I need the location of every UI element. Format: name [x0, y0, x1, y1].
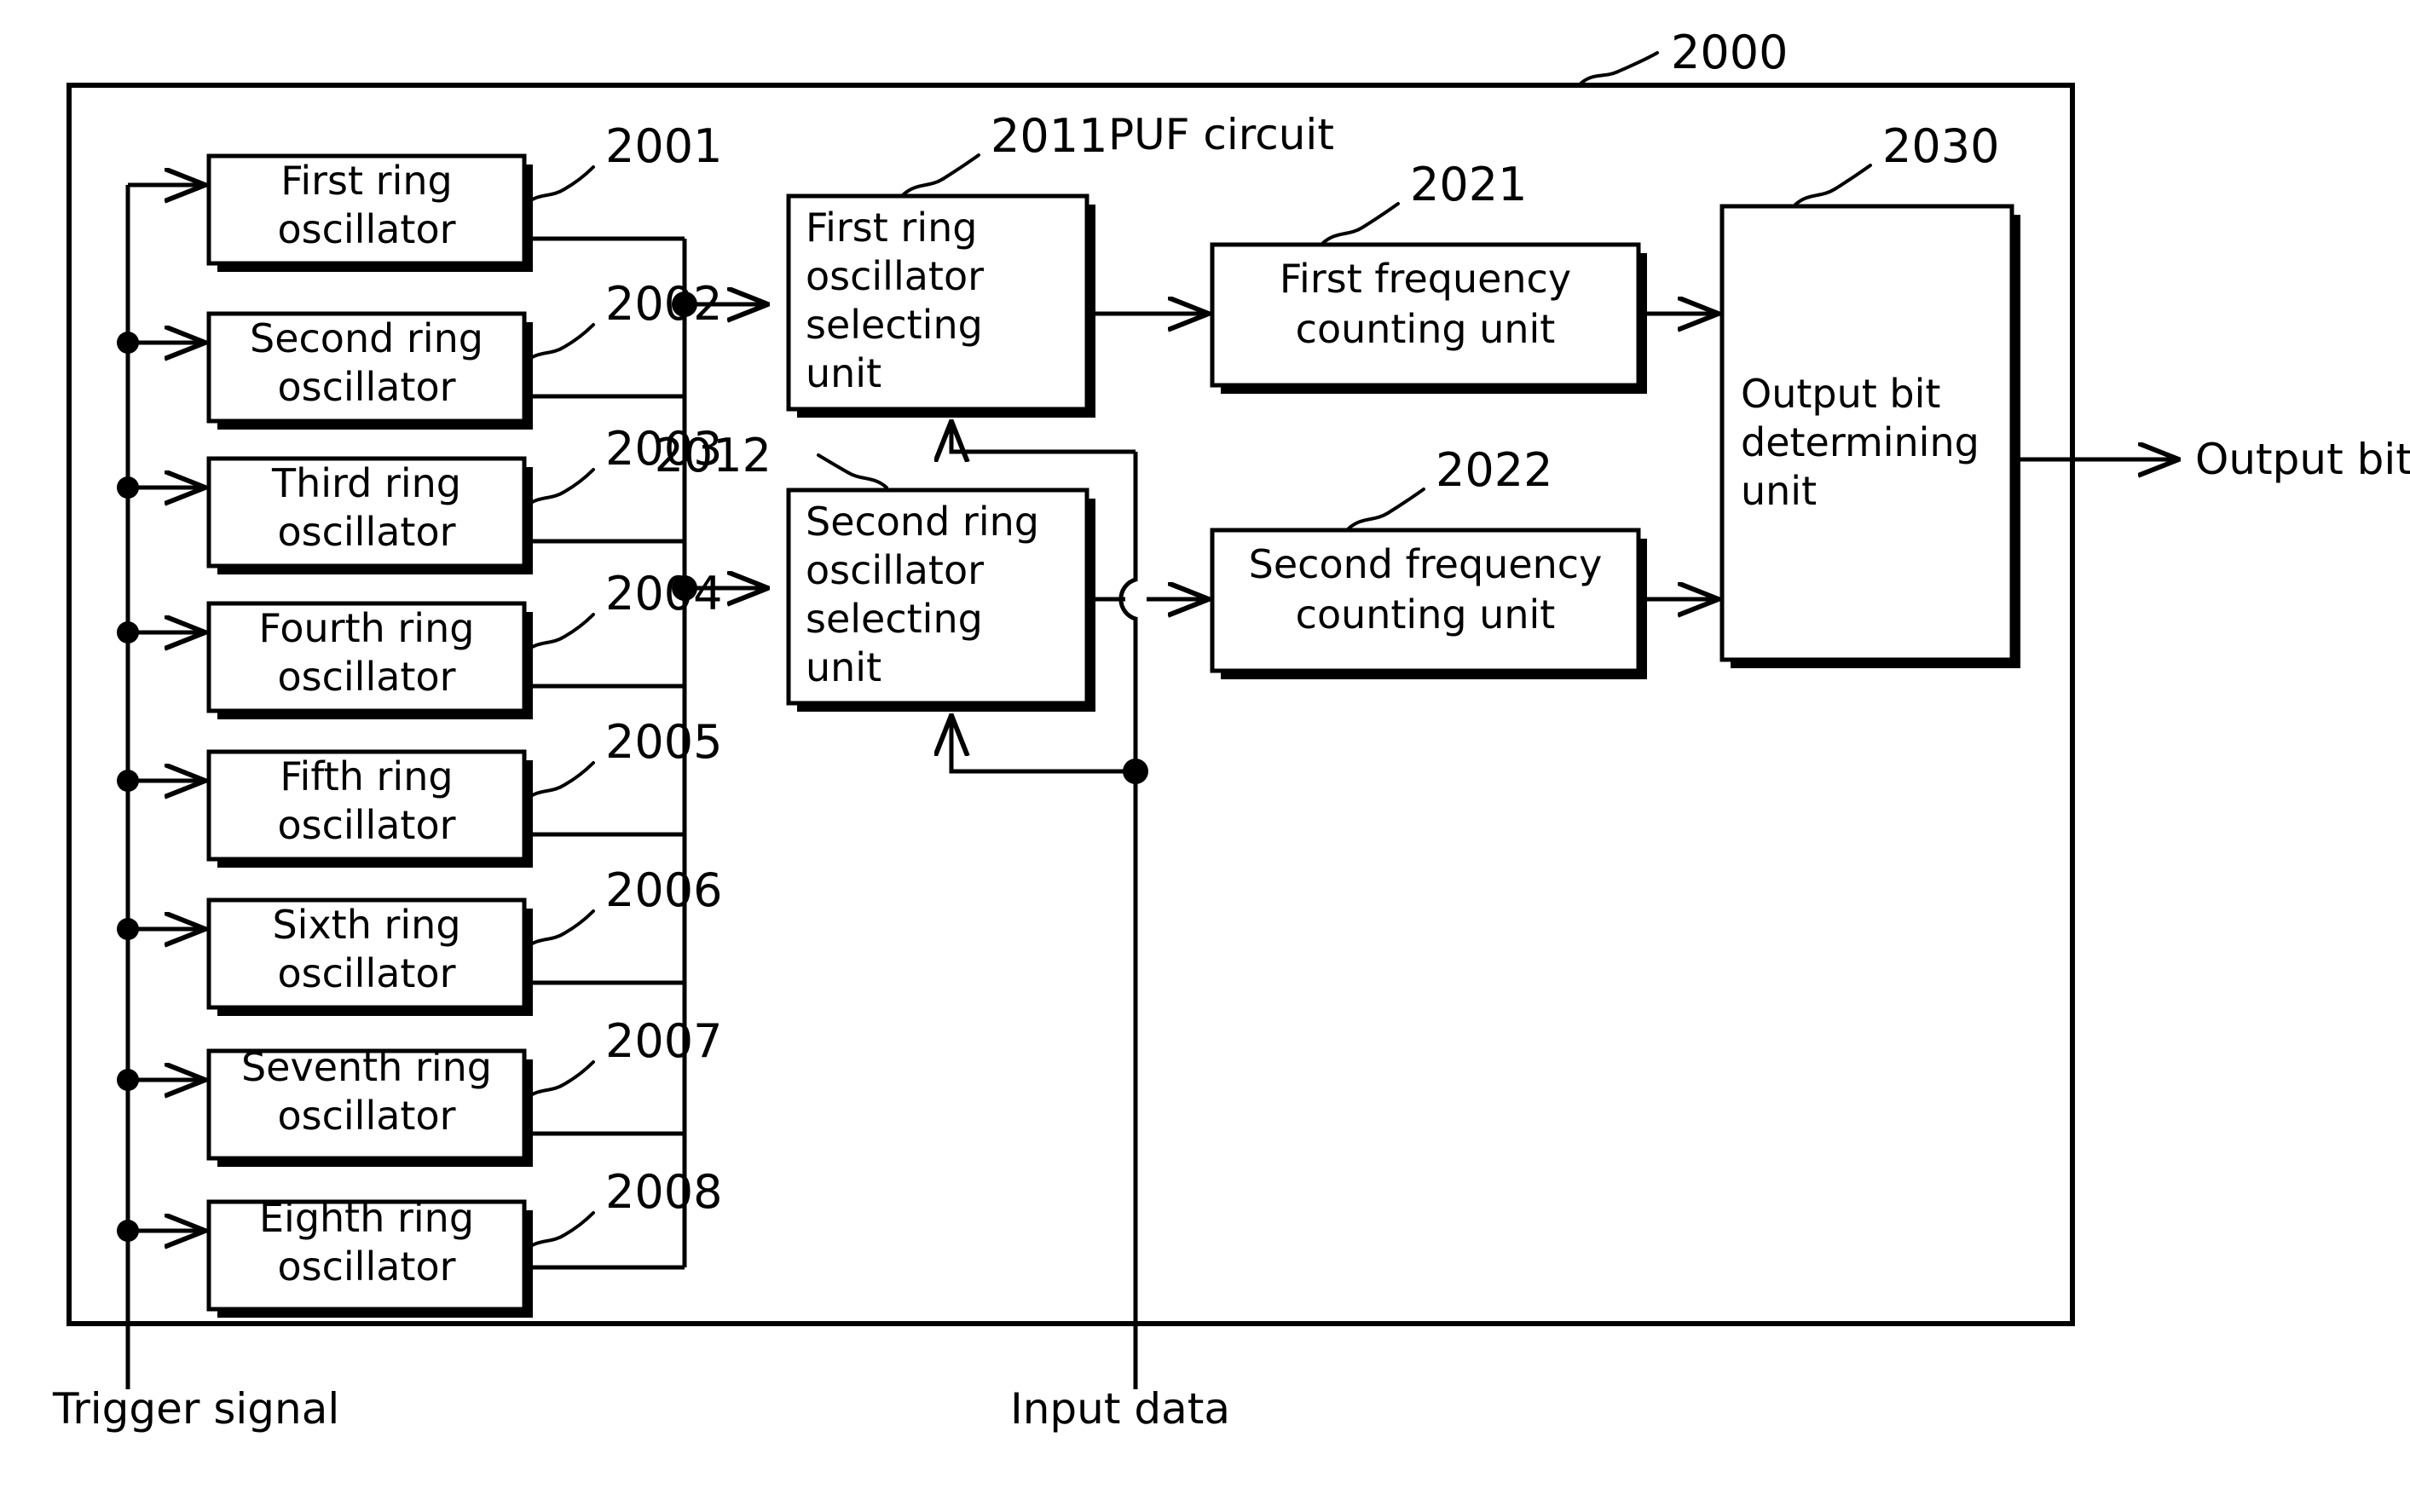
ref-leader-2002	[525, 323, 595, 362]
first-selecting-unit-line3: selecting	[806, 302, 983, 348]
first-selecting-unit-line2: oscillator	[806, 253, 984, 299]
ref-leader-2001	[525, 165, 595, 205]
ring-oscillator-6: Sixth ring oscillator	[206, 897, 533, 1016]
ref-number-2006: 2006	[605, 863, 722, 917]
diagram-canvas: 2000 PUF circuit First ring oscillator 2…	[52, 26, 2410, 1434]
first-selecting-unit-line1: First ring	[806, 205, 977, 251]
second-selecting-unit-line4: unit	[806, 644, 881, 690]
first-ring-oscillator-selecting-unit: First ring oscillator selecting unit	[786, 193, 1095, 418]
ring-oscillator-4-line1: Fourth ring	[259, 605, 475, 651]
ring-oscillator-5-line2: oscillator	[277, 802, 455, 848]
ring-oscillator-4-line2: oscillator	[277, 654, 455, 700]
ring-oscillator-7-line1: Seventh ring	[241, 1044, 492, 1090]
first-frequency-counting-unit: First frequency counting unit	[1210, 242, 1647, 394]
input-data-label: Input data	[1010, 1384, 1230, 1434]
ref-leader-2021	[1321, 202, 1400, 245]
ref-leader-2022	[1347, 488, 1425, 530]
ring-oscillator-8-line2: oscillator	[277, 1244, 455, 1290]
output-unit-line3: unit	[1741, 468, 1817, 514]
ring-oscillator-6-line1: Sixth ring	[272, 902, 460, 948]
ref-number-2000: 2000	[1671, 26, 1788, 79]
ref-leader-2000	[1577, 51, 1659, 87]
ring-oscillator-1-line1: First ring	[280, 158, 452, 204]
second-counting-unit-line1: Second frequency	[1249, 541, 1603, 587]
second-selecting-unit-line2: oscillator	[806, 547, 984, 593]
ring-oscillator-8-line1: Eighth ring	[259, 1195, 474, 1241]
input-to-first-selector-wire	[951, 422, 1136, 452]
ref-number-2012: 2012	[655, 429, 772, 482]
ring-oscillator-1-line2: oscillator	[277, 206, 455, 252]
second-frequency-counting-unit: Second frequency counting unit	[1210, 528, 1647, 679]
ref-number-2021: 2021	[1410, 158, 1527, 211]
ref-leader-2012	[817, 453, 888, 489]
ring-oscillator-2-line2: oscillator	[277, 364, 455, 410]
ref-leader-2006	[525, 909, 595, 949]
ring-oscillator-4: Fourth ring oscillator	[206, 601, 533, 719]
ref-leader-2003	[525, 468, 595, 507]
output-unit-line2: determining	[1741, 419, 1979, 465]
first-counting-unit-line1: First frequency	[1280, 256, 1571, 302]
ref-leader-2005	[525, 761, 595, 800]
ref-number-2011: 2011	[991, 109, 1107, 163]
ref-number-2022: 2022	[1436, 443, 1552, 497]
output-bit-port-label: Output bit	[2195, 435, 2410, 484]
ref-leader-2008	[525, 1211, 595, 1250]
ring-oscillator-6-line2: oscillator	[277, 950, 455, 996]
ref-leader-2011	[902, 153, 980, 196]
ring-oscillator-3: Third ring oscillator	[206, 456, 533, 574]
ref-number-2030: 2030	[1882, 119, 1999, 173]
ref-number-2007: 2007	[605, 1014, 722, 1068]
input-to-second-selector-wire	[951, 716, 1136, 774]
ring-oscillator-5: Fifth ring oscillator	[206, 749, 533, 868]
second-selecting-unit-line1: Second ring	[806, 499, 1039, 545]
ring-oscillator-3-line1: Third ring	[271, 460, 461, 506]
first-selecting-unit-line4: unit	[806, 350, 881, 396]
ref-number-2004: 2004	[605, 567, 722, 620]
puf-circuit-figure: 2000 PUF circuit First ring oscillator 2…	[0, 0, 2410, 1512]
ref-number-2008: 2008	[605, 1165, 722, 1219]
trigger-signal-label: Trigger signal	[52, 1384, 339, 1434]
ref-leader-2030	[1794, 164, 1872, 206]
ring-oscillator-8: Eighth ring oscillator	[206, 1195, 533, 1318]
ring-oscillator-1: First ring oscillator	[206, 153, 533, 272]
second-selecting-unit-line3: selecting	[806, 596, 983, 642]
output-unit-line1: Output bit	[1741, 371, 1940, 417]
ref-number-2001: 2001	[605, 119, 722, 173]
output-bit-determining-unit: Output bit determining unit	[1719, 204, 2020, 668]
second-ring-oscillator-selecting-unit: Second ring oscillator selecting unit	[786, 488, 1095, 712]
ring-oscillator-7-line2: oscillator	[277, 1093, 455, 1139]
puf-circuit-title: PUF circuit	[1108, 110, 1334, 159]
ring-oscillator-5-line1: Fifth ring	[280, 753, 453, 799]
ring-oscillator-7: Seventh ring oscillator	[206, 1044, 533, 1167]
ref-number-2005: 2005	[605, 715, 722, 769]
ring-oscillator-3-line2: oscillator	[277, 509, 455, 555]
second-counting-unit-line2: counting unit	[1296, 592, 1556, 638]
ring-oscillator-2-line1: Second ring	[250, 315, 483, 361]
ref-leader-2007	[525, 1060, 595, 1099]
ref-leader-2004	[525, 613, 595, 652]
ring-oscillator-2: Second ring oscillator	[206, 311, 533, 430]
first-counting-unit-line2: counting unit	[1296, 306, 1556, 352]
